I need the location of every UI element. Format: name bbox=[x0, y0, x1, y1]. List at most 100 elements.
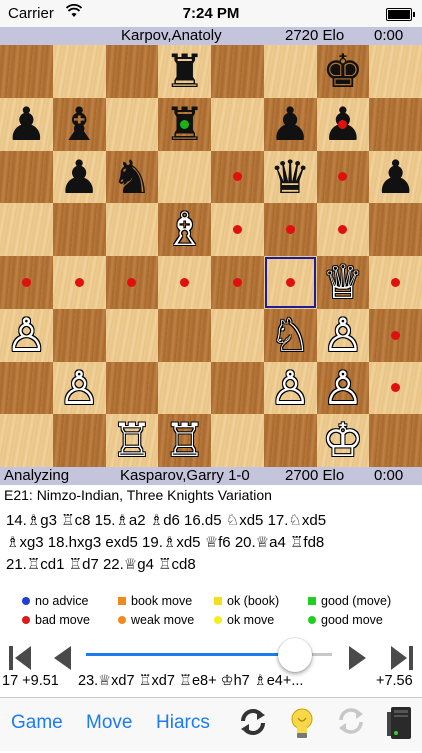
white-bishop-icon[interactable]: ♗ bbox=[158, 203, 211, 256]
square-h2[interactable] bbox=[369, 361, 422, 415]
white-pawn-icon[interactable]: ♙ bbox=[0, 309, 53, 362]
white-pawn-icon[interactable]: ♙ bbox=[264, 362, 317, 415]
move-list[interactable]: 14.♗g3 ♖c8 15.♗a2 ♗d6 16.d5 ♘xd5 17.♘xd5… bbox=[6, 510, 416, 576]
hiarcs-button[interactable]: Hiarcs bbox=[156, 698, 210, 751]
move-list-line[interactable]: ♗xg3 18.hxg3 exd5 19.♗xd5 ♕f6 20.♕a4 ♖fd… bbox=[6, 532, 416, 554]
next-move-button[interactable] bbox=[346, 640, 370, 676]
move-list-line[interactable]: 14.♗g3 ♖c8 15.♗a2 ♗d6 16.d5 ♘xd5 17.♘xd5 bbox=[6, 510, 416, 532]
square-b4[interactable] bbox=[52, 256, 106, 309]
square-c4[interactable] bbox=[105, 256, 159, 309]
square-d5[interactable]: ♗ bbox=[158, 203, 211, 256]
square-g3[interactable]: ♙ bbox=[316, 308, 370, 362]
previous-move-button[interactable] bbox=[50, 640, 74, 676]
black-bishop-icon[interactable]: ♝ bbox=[53, 98, 106, 151]
square-h8[interactable] bbox=[369, 45, 422, 98]
square-g7[interactable]: ♟ bbox=[316, 97, 370, 151]
engine-computer-icon[interactable] bbox=[383, 706, 417, 740]
square-g1[interactable]: ♔ bbox=[316, 414, 370, 467]
white-pawn-icon[interactable]: ♙ bbox=[317, 362, 370, 415]
square-g5[interactable] bbox=[316, 203, 370, 256]
square-e4[interactable] bbox=[211, 256, 264, 309]
square-d8[interactable]: ♜ bbox=[158, 45, 211, 98]
black-pawn-icon[interactable]: ♟ bbox=[264, 98, 317, 151]
last-move-button[interactable] bbox=[388, 640, 416, 676]
square-c8[interactable] bbox=[105, 45, 159, 98]
square-h3[interactable] bbox=[369, 308, 422, 362]
square-c1[interactable]: ♖ bbox=[105, 414, 159, 467]
square-a2[interactable] bbox=[0, 361, 53, 415]
square-c6[interactable]: ♞ bbox=[105, 150, 159, 204]
hint-lightbulb-icon[interactable] bbox=[285, 706, 319, 740]
square-d7[interactable]: ♜ bbox=[158, 97, 211, 151]
black-pawn-icon[interactable]: ♟ bbox=[53, 151, 106, 204]
square-b1[interactable] bbox=[52, 414, 106, 467]
square-g6[interactable] bbox=[316, 150, 370, 204]
square-c7[interactable] bbox=[105, 97, 159, 151]
sync-icon[interactable] bbox=[334, 706, 368, 740]
white-rook-icon[interactable]: ♖ bbox=[106, 414, 159, 467]
slider-thumb[interactable] bbox=[278, 638, 313, 672]
square-b8[interactable] bbox=[52, 45, 106, 98]
square-a6[interactable] bbox=[0, 150, 53, 204]
square-h6[interactable]: ♟ bbox=[369, 150, 422, 204]
black-queen-icon[interactable]: ♛ bbox=[264, 151, 317, 204]
square-e2[interactable] bbox=[211, 361, 264, 415]
game-button[interactable]: Game bbox=[11, 698, 63, 751]
white-pawn-icon[interactable]: ♙ bbox=[317, 309, 370, 362]
square-e5[interactable] bbox=[211, 203, 264, 256]
square-d1[interactable]: ♖ bbox=[158, 414, 211, 467]
square-c2[interactable] bbox=[105, 361, 159, 415]
square-e8[interactable] bbox=[211, 45, 264, 98]
square-d2[interactable] bbox=[158, 361, 211, 415]
square-f1[interactable] bbox=[263, 414, 317, 467]
square-a3[interactable]: ♙ bbox=[0, 308, 53, 362]
white-knight-icon[interactable]: ♘ bbox=[264, 309, 317, 362]
square-d3[interactable] bbox=[158, 308, 211, 362]
square-b5[interactable] bbox=[52, 203, 106, 256]
square-f8[interactable] bbox=[263, 45, 317, 98]
square-d6[interactable] bbox=[158, 150, 211, 204]
square-b3[interactable] bbox=[52, 308, 106, 362]
black-pawn-icon[interactable]: ♟ bbox=[369, 151, 422, 204]
square-a4[interactable] bbox=[0, 256, 53, 309]
square-h5[interactable] bbox=[369, 203, 422, 256]
square-e6[interactable] bbox=[211, 150, 264, 204]
square-a5[interactable] bbox=[0, 203, 53, 256]
move-button[interactable]: Move bbox=[86, 698, 132, 751]
square-f2[interactable]: ♙ bbox=[263, 361, 317, 415]
square-b7[interactable]: ♝ bbox=[52, 97, 106, 151]
square-b6[interactable]: ♟ bbox=[52, 150, 106, 204]
first-move-button[interactable] bbox=[6, 640, 34, 676]
square-f4[interactable] bbox=[263, 256, 317, 309]
square-f7[interactable]: ♟ bbox=[263, 97, 317, 151]
square-d4[interactable] bbox=[158, 256, 211, 309]
move-slider[interactable] bbox=[86, 638, 332, 672]
white-rook-icon[interactable]: ♖ bbox=[158, 414, 211, 467]
square-e3[interactable] bbox=[211, 308, 264, 362]
white-queen-icon[interactable]: ♕ bbox=[317, 256, 370, 309]
square-g4[interactable]: ♕ bbox=[316, 256, 370, 309]
square-e7[interactable] bbox=[211, 97, 264, 151]
move-list-line[interactable]: 21.♖cd1 ♖d7 22.♕g4 ♖cd8 bbox=[6, 554, 416, 576]
square-c5[interactable] bbox=[105, 203, 159, 256]
square-e1[interactable] bbox=[211, 414, 264, 467]
square-a8[interactable] bbox=[0, 45, 53, 98]
square-h7[interactable] bbox=[369, 97, 422, 151]
square-c3[interactable] bbox=[105, 308, 159, 362]
white-king-icon[interactable]: ♔ bbox=[317, 414, 370, 467]
flip-board-icon[interactable] bbox=[236, 706, 270, 740]
black-rook-icon[interactable]: ♜ bbox=[158, 45, 211, 98]
square-b2[interactable]: ♙ bbox=[52, 361, 106, 415]
black-knight-icon[interactable]: ♞ bbox=[106, 151, 159, 204]
black-pawn-icon[interactable]: ♟ bbox=[0, 98, 53, 151]
square-f3[interactable]: ♘ bbox=[263, 308, 317, 362]
square-a1[interactable] bbox=[0, 414, 53, 467]
square-g2[interactable]: ♙ bbox=[316, 361, 370, 415]
black-king-icon[interactable]: ♚ bbox=[317, 45, 370, 98]
square-g8[interactable]: ♚ bbox=[316, 45, 370, 98]
white-pawn-icon[interactable]: ♙ bbox=[53, 362, 106, 415]
square-a7[interactable]: ♟ bbox=[0, 97, 53, 151]
square-h4[interactable] bbox=[369, 256, 422, 309]
square-h1[interactable] bbox=[369, 414, 422, 467]
chess-board[interactable]: ♜ ♚ ♟ ♝ ♜ ♟ ♟ ♟ ♞ ♛ ♟ ♗ ♕ ♙ ♘ ♙ ♙ ♙ ♙ ♖ ♖ ♔ bbox=[0, 45, 422, 467]
